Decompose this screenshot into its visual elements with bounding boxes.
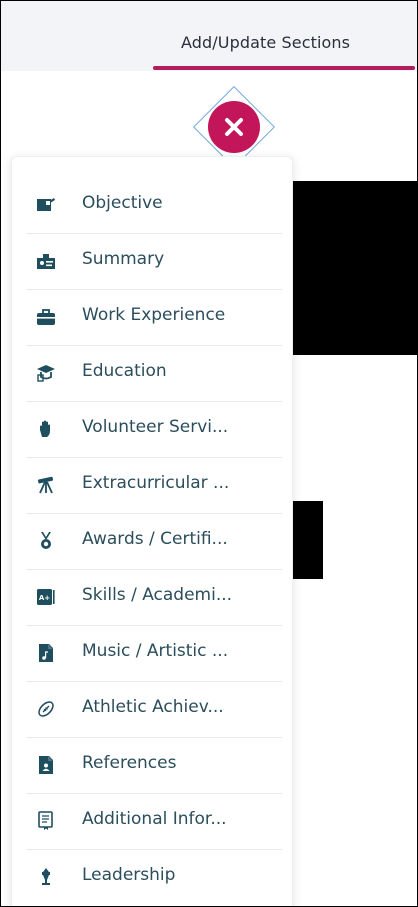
menu-item-work-experience[interactable]: Work Experience [26, 289, 282, 346]
menu-item-label: Awards / Certifi... [82, 529, 228, 549]
briefcase-icon [37, 309, 55, 325]
redacted-block [291, 501, 323, 579]
menu-item-label: Education [82, 361, 167, 381]
menu-item-label: Music / Artistic ... [82, 641, 229, 661]
education-icon [37, 365, 55, 382]
menu-item-athletic[interactable]: Athletic Achiev... [26, 681, 282, 738]
menu-item-label: References [82, 753, 177, 773]
menu-item-objective[interactable]: Objective [26, 177, 282, 234]
app-frame: Add/Update Sections Objective Summary Wo… [0, 0, 418, 907]
menu-item-references[interactable]: References [26, 737, 282, 794]
menu-item-label: Extracurricular ... [82, 473, 230, 493]
medal-icon [41, 532, 51, 549]
redacted-block [291, 181, 417, 355]
document-icon [38, 811, 53, 830]
menu-item-label: Work Experience [82, 305, 226, 325]
music-file-icon [39, 644, 53, 662]
hand-icon [40, 420, 50, 437]
tab-active-underline [153, 66, 415, 70]
close-button-circle [208, 101, 260, 153]
person-file-icon [39, 756, 53, 774]
menu-item-leadership[interactable]: Leadership [26, 849, 282, 905]
menu-item-extracurricular[interactable]: Extracurricular ... [26, 457, 282, 514]
trophy-icon [42, 868, 50, 885]
telescope-icon [37, 476, 54, 494]
svg-text:A+: A+ [39, 594, 50, 602]
sections-menu: Objective Summary Work Experience Educat… [11, 156, 293, 906]
menu-item-label: Volunteer Servi... [82, 417, 229, 437]
objective-icon [37, 198, 55, 211]
menu-item-label: Skills / Academi... [82, 585, 233, 605]
menu-item-label: Additional Infor... [82, 809, 227, 829]
top-bar: Add/Update Sections [1, 1, 417, 71]
menu-item-summary[interactable]: Summary [26, 233, 282, 290]
menu-item-music-artistic[interactable]: Music / Artistic ... [26, 625, 282, 682]
menu-item-label: Leadership [82, 865, 176, 885]
tab-label: Add/Update Sections [181, 33, 351, 52]
menu-item-additional-information[interactable]: Additional Infor... [26, 793, 282, 850]
summary-icon [37, 254, 55, 269]
football-icon [38, 701, 54, 717]
menu-item-volunteer-service[interactable]: Volunteer Servi... [26, 401, 282, 458]
close-icon [225, 118, 243, 136]
menu-item-label: Summary [82, 249, 165, 269]
menu-item-awards[interactable]: Awards / Certifi... [26, 513, 282, 570]
skills-icon: A+ [37, 589, 55, 605]
tab-add-update-sections[interactable]: Add/Update Sections [153, 23, 415, 71]
menu-item-skills[interactable]: A+ Skills / Academi... [26, 569, 282, 626]
menu-item-label: Athletic Achiev... [82, 697, 224, 717]
menu-item-label: Objective [82, 193, 163, 213]
menu-item-education[interactable]: Education [26, 345, 282, 402]
